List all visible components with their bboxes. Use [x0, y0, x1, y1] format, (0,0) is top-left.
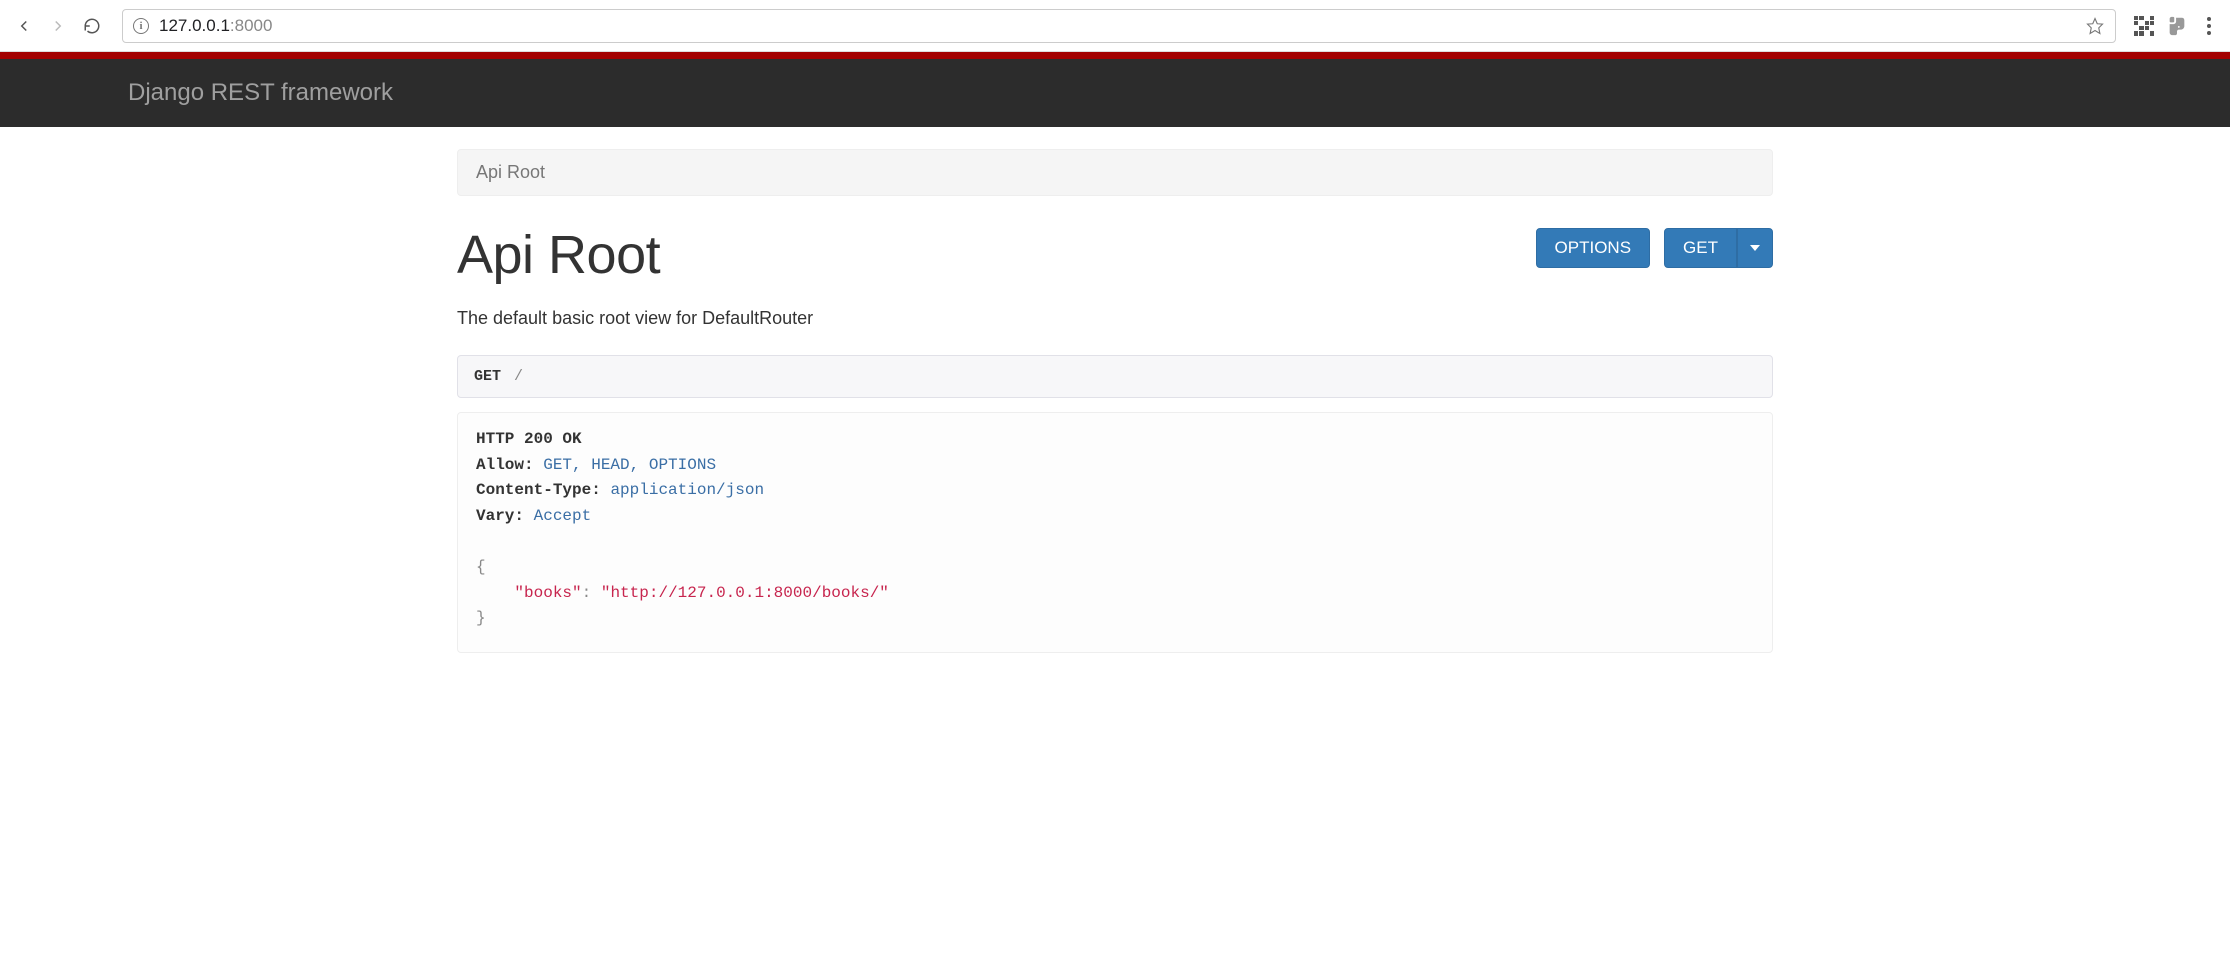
get-button[interactable]: GET	[1664, 228, 1737, 268]
extension-icons	[2134, 15, 2218, 37]
url-host: 127.0.0.1	[159, 16, 230, 35]
browser-menu-button[interactable]	[2200, 17, 2218, 35]
breadcrumb-item-root[interactable]: Api Root	[476, 162, 545, 182]
json-key-books: "books"	[514, 584, 581, 602]
options-button[interactable]: OPTIONS	[1536, 228, 1651, 268]
evernote-extension-icon[interactable]	[2166, 15, 2188, 37]
chevron-down-icon	[1750, 245, 1760, 251]
json-open-brace: {	[476, 558, 486, 576]
books-url-link[interactable]: http://127.0.0.1:8000/books/	[610, 584, 879, 602]
allow-header-value: GET, HEAD, OPTIONS	[543, 456, 716, 474]
navbar-brand-link[interactable]: Django REST framework	[128, 79, 393, 107]
url-port: :8000	[230, 16, 273, 35]
back-button[interactable]	[12, 14, 36, 38]
accent-line	[0, 52, 2230, 59]
action-buttons: OPTIONS GET	[1536, 228, 1773, 268]
app-navbar: Django REST framework	[0, 59, 2230, 127]
request-method: GET	[474, 368, 501, 385]
page-container: Api Root Api Root OPTIONS GET The defaul…	[457, 149, 1773, 653]
content-type-header-label: Content-Type:	[476, 481, 601, 499]
request-panel: GET /	[457, 355, 1773, 398]
json-close-brace: }	[476, 609, 486, 627]
page-subtitle: The default basic root view for DefaultR…	[457, 308, 1773, 329]
response-status: HTTP 200 OK	[476, 430, 582, 448]
vary-header-value: Accept	[534, 507, 592, 525]
bookmark-star-icon[interactable]	[2085, 16, 2105, 36]
site-info-icon[interactable]: i	[133, 18, 149, 34]
vary-header-label: Vary:	[476, 507, 524, 525]
browser-toolbar: i 127.0.0.1:8000	[0, 0, 2230, 52]
qr-code-extension-icon[interactable]	[2134, 16, 2154, 36]
url-text: 127.0.0.1:8000	[159, 16, 272, 36]
request-path: /	[514, 368, 523, 385]
breadcrumb: Api Root	[457, 149, 1773, 196]
get-button-group: GET	[1664, 228, 1773, 268]
json-value-quote-close: "	[879, 584, 889, 602]
forward-button	[46, 14, 70, 38]
json-colon: :	[582, 584, 592, 602]
json-value-quote-open: "	[601, 584, 611, 602]
get-dropdown-toggle[interactable]	[1737, 228, 1773, 268]
page-header: Api Root OPTIONS GET	[457, 224, 1773, 286]
response-panel: HTTP 200 OK Allow: GET, HEAD, OPTIONS Co…	[457, 412, 1773, 653]
address-bar[interactable]: i 127.0.0.1:8000	[122, 9, 2116, 43]
content-type-header-value: application/json	[610, 481, 764, 499]
allow-header-label: Allow:	[476, 456, 534, 474]
page-title: Api Root	[457, 224, 660, 286]
reload-button[interactable]	[80, 14, 104, 38]
